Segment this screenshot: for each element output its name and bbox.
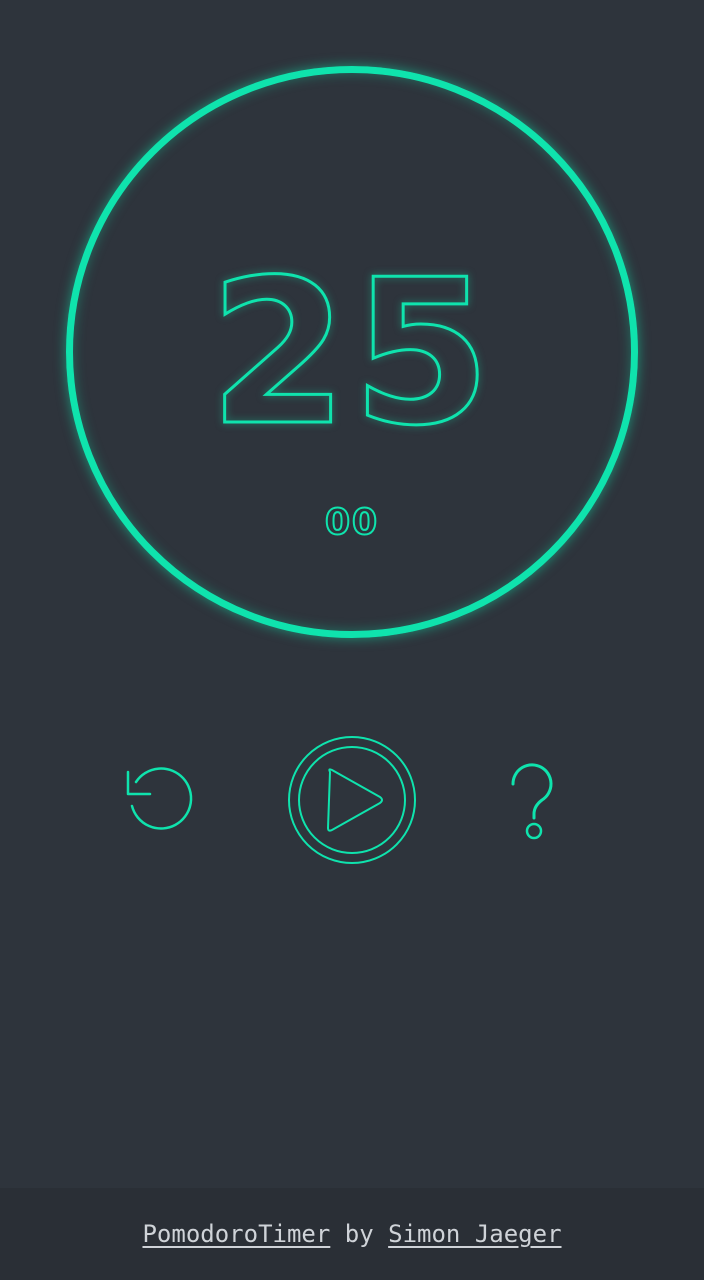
app-link[interactable]: PomodoroTimer (142, 1220, 330, 1248)
play-button[interactable] (286, 734, 418, 866)
footer: PomodoroTimer by Simon Jaeger (0, 1188, 704, 1280)
reset-icon (126, 767, 193, 830)
pomodoro-app: 25 00 PomodoroTimer by Simon Jaeger (0, 0, 704, 1280)
author-link[interactable]: Simon Jaeger (388, 1220, 561, 1248)
footer-by-text: by (344, 1220, 374, 1248)
help-icon (511, 763, 553, 840)
timer-minutes: 25 (207, 237, 496, 470)
reset-button[interactable] (116, 756, 204, 844)
timer-seconds: 00 (324, 502, 380, 543)
help-button[interactable] (494, 756, 574, 844)
play-icon (288, 736, 416, 864)
